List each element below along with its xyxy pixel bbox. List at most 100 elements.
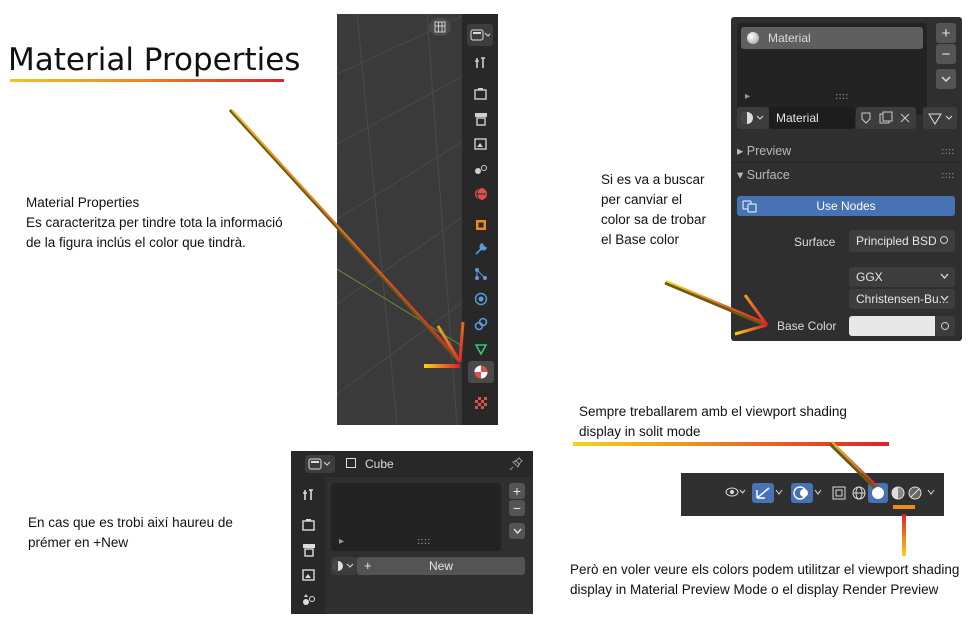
chevron-down-icon[interactable] [775, 489, 783, 496]
modifier-icon [475, 242, 488, 255]
add-slot-button[interactable]: + [936, 23, 956, 43]
chevron-down-icon [940, 295, 949, 301]
tab-view-layer[interactable] [468, 133, 494, 155]
tab-render[interactable] [468, 83, 494, 105]
tab-object[interactable] [468, 214, 494, 236]
tab-modifier[interactable] [468, 238, 494, 260]
remove-slot-button[interactable]: − [509, 500, 525, 516]
resize-handle-icon[interactable]: :::: [417, 536, 430, 547]
remove-slot-button[interactable]: − [936, 44, 956, 64]
main-note: Material Properties Es caracteritza per … [26, 193, 288, 253]
add-slot-button[interactable]: + [509, 483, 525, 499]
overlays-toggle-button[interactable] [791, 483, 813, 503]
base-color-socket-button[interactable] [935, 316, 955, 336]
base-color-swatch[interactable] [849, 316, 935, 336]
gizmo-icon [756, 487, 770, 499]
material-sphere-icon [741, 112, 764, 124]
particles-icon [475, 268, 487, 280]
render-icon [474, 88, 487, 100]
slot-specials-button[interactable] [509, 523, 525, 539]
tool-icon [475, 57, 485, 68]
chevron-down-icon [941, 76, 951, 83]
overlays-icon [793, 486, 808, 500]
output-icon [475, 113, 487, 126]
nodes-icon [742, 200, 757, 213]
material-properties-panel: Material ▸ :::: + − Material ▸ Preview :… [731, 17, 962, 341]
tab-texture[interactable] [468, 392, 494, 414]
data-icon [474, 344, 488, 356]
subsurface-method-dropdown[interactable]: Christensen-Bu... [849, 289, 955, 309]
cube-material-slot-list[interactable]: ▸ :::: [331, 483, 501, 551]
material-slot-row[interactable]: Material [741, 27, 923, 49]
expand-triangle-icon[interactable]: ▸ [339, 536, 344, 547]
selectability-visibility-button[interactable] [725, 484, 747, 502]
output-icon[interactable] [302, 543, 316, 557]
new-plus-icon: + [364, 558, 372, 573]
cube-material-panel: Cube ▸ :::: + − + New [291, 451, 533, 614]
toggle-grid-button[interactable] [429, 18, 451, 36]
expand-triangle-icon[interactable]: ▸ [745, 91, 750, 102]
preview-drag-handle-icon[interactable]: :::: [941, 146, 954, 157]
cube-tab-column [291, 477, 325, 614]
tab-material[interactable] [468, 361, 494, 383]
viewport-header-bar [681, 473, 944, 516]
tool-icon[interactable] [302, 488, 316, 502]
new-material-button[interactable]: + New [357, 557, 525, 575]
surface-drag-handle-icon[interactable]: :::: [941, 170, 954, 181]
browse-material-button[interactable] [331, 557, 357, 575]
material-name-field[interactable]: Material [769, 107, 855, 129]
eye-icon [725, 487, 746, 497]
slot-specials-button[interactable] [936, 69, 956, 89]
tab-physics[interactable] [468, 288, 494, 310]
section-divider [731, 162, 962, 163]
physics-icon [474, 292, 488, 306]
chevron-down-icon[interactable] [927, 489, 935, 496]
pin-icon[interactable] [509, 457, 523, 471]
preview-section-header[interactable]: ▸ Preview [737, 143, 791, 158]
surface-section-label: Surface [746, 168, 790, 182]
xray-icon[interactable] [831, 485, 847, 501]
material-actions-group [856, 107, 916, 129]
distribution-dropdown[interactable]: GGX [849, 267, 955, 287]
surface-section-header[interactable]: ▾ Surface [737, 167, 790, 182]
main-note-text: Es caracteritza per tindre tota la infor… [26, 215, 283, 250]
material-slot-list[interactable]: Material ▸ :::: [737, 23, 927, 115]
tab-scene[interactable] [468, 158, 494, 180]
solid-shading-button[interactable] [868, 483, 888, 503]
tab-constraints[interactable] [468, 313, 494, 335]
viewport-hint-note: Sempre treballarem amb el viewport shadi… [579, 404, 847, 439]
grid-icon [434, 21, 446, 33]
tab-particles[interactable] [468, 263, 494, 285]
use-nodes-button[interactable]: Use Nodes [737, 196, 955, 216]
object-name: Cube [365, 457, 394, 471]
new-material-label: New [428, 559, 453, 573]
preview-hint-note: Però en voler veure els colors podem uti… [570, 562, 960, 597]
browse-material-button[interactable] [737, 107, 769, 129]
fake-user-copy-unlink-icons[interactable] [858, 111, 914, 125]
tab-data[interactable] [468, 338, 494, 360]
render-icon[interactable] [302, 518, 316, 532]
base-color-label: Base Color [777, 319, 837, 333]
wireframe-shading-icon[interactable] [851, 485, 867, 501]
constraints-icon [474, 317, 488, 331]
material-preview-shading-icon[interactable] [890, 485, 906, 501]
chevron-down-icon [940, 273, 949, 279]
preview-section-label: Preview [746, 144, 792, 158]
title-underline [10, 79, 284, 82]
scene-icon[interactable] [302, 593, 316, 607]
solid-shading-icon [872, 487, 884, 499]
resize-handle-icon[interactable]: :::: [835, 91, 848, 102]
surface-shader-field[interactable]: Principled BSD [849, 230, 955, 252]
editor-type-button[interactable] [305, 455, 335, 473]
gizmo-toggle-button[interactable] [752, 483, 774, 503]
rendered-shading-icon[interactable] [907, 485, 923, 501]
view-layer-icon[interactable] [302, 568, 316, 582]
texture-icon [475, 397, 487, 409]
use-nodes-label: Use Nodes [816, 199, 876, 213]
tab-tool[interactable] [468, 52, 494, 74]
properties-tab-icons [463, 14, 499, 425]
tab-output[interactable] [468, 108, 494, 130]
node-link-button[interactable] [923, 107, 957, 129]
chevron-down-icon[interactable] [814, 489, 822, 496]
tab-world[interactable] [468, 183, 494, 205]
